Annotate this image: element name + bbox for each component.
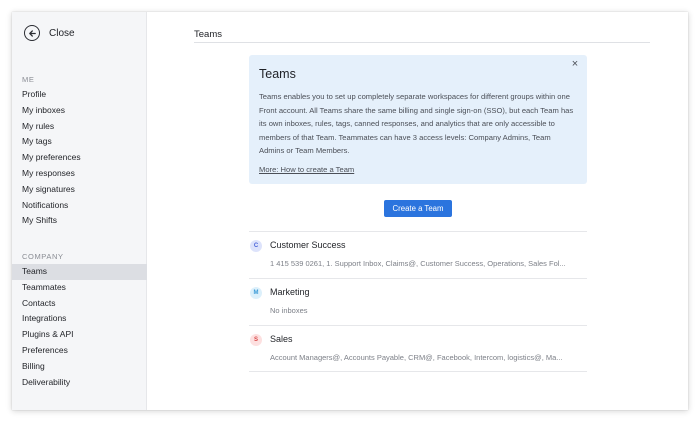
sidebar-item-billing[interactable]: Billing — [12, 359, 147, 375]
sidebar-item-profile[interactable]: Profile — [12, 87, 147, 103]
section-title-me: ME — [22, 75, 35, 84]
team-name: Customer Success — [270, 240, 346, 250]
sidebar-item-notifications[interactable]: Notifications — [12, 198, 147, 214]
app-window: Close ME Profile My inboxes My rules My … — [12, 12, 688, 410]
info-title: Teams — [259, 67, 296, 81]
teams-info-banner: × Teams Teams enables you to set up comp… — [249, 55, 587, 184]
team-row-sales[interactable]: S Sales Account Managers@, Accounts Paya… — [249, 325, 587, 372]
team-row-marketing[interactable]: M Marketing No inboxes — [249, 278, 587, 325]
team-avatar: S — [250, 334, 262, 346]
close-button[interactable]: Close — [24, 24, 75, 42]
sidebar-item-my-tags[interactable]: My tags — [12, 134, 147, 150]
team-list: C Customer Success 1 415 539 0261, 1. Su… — [249, 231, 587, 372]
close-icon[interactable]: × — [569, 58, 581, 70]
sidebar-item-deliverability[interactable]: Deliverability — [12, 375, 147, 391]
team-name: Sales — [270, 334, 293, 344]
sidebar-item-teams[interactable]: Teams — [12, 264, 147, 280]
sidebar-item-my-inboxes[interactable]: My inboxes — [12, 103, 147, 119]
sidebar-item-my-preferences[interactable]: My preferences — [12, 150, 147, 166]
me-nav: Profile My inboxes My rules My tags My p… — [12, 87, 147, 229]
sidebar-item-my-signatures[interactable]: My signatures — [12, 182, 147, 198]
sidebar-item-contacts[interactable]: Contacts — [12, 296, 147, 312]
team-avatar: M — [250, 287, 262, 299]
sidebar-item-my-responses[interactable]: My responses — [12, 166, 147, 182]
main-panel: Teams × Teams Teams enables you to set u… — [147, 12, 688, 410]
sidebar-item-preferences[interactable]: Preferences — [12, 343, 147, 359]
team-inboxes: No inboxes — [270, 306, 308, 315]
sidebar-item-integrations[interactable]: Integrations — [12, 311, 147, 327]
sidebar-item-teammates[interactable]: Teammates — [12, 280, 147, 296]
create-team-button[interactable]: Create a Team — [384, 200, 452, 217]
sidebar-item-my-rules[interactable]: My rules — [12, 119, 147, 135]
page-header: Teams — [194, 24, 650, 43]
company-nav: Teams Teammates Contacts Integrations Pl… — [12, 264, 147, 390]
close-label: Close — [49, 27, 75, 39]
team-avatar: C — [250, 240, 262, 252]
team-inboxes: Account Managers@, Accounts Payable, CRM… — [270, 353, 563, 362]
info-description: Teams enables you to set up completely s… — [259, 92, 574, 156]
sidebar-item-plugins-api[interactable]: Plugins & API — [12, 327, 147, 343]
team-name: Marketing — [270, 287, 310, 297]
how-to-create-team-link[interactable]: More: How to create a Team — [259, 165, 354, 174]
back-arrow-circle-icon — [24, 25, 40, 41]
sidebar: Close ME Profile My inboxes My rules My … — [12, 12, 147, 410]
team-row-customer-success[interactable]: C Customer Success 1 415 539 0261, 1. Su… — [249, 231, 587, 278]
page-title: Teams — [194, 29, 222, 40]
sidebar-item-my-shifts[interactable]: My Shifts — [12, 213, 147, 229]
team-inboxes: 1 415 539 0261, 1. Support Inbox, Claims… — [270, 259, 566, 268]
section-title-company: COMPANY — [22, 252, 64, 261]
